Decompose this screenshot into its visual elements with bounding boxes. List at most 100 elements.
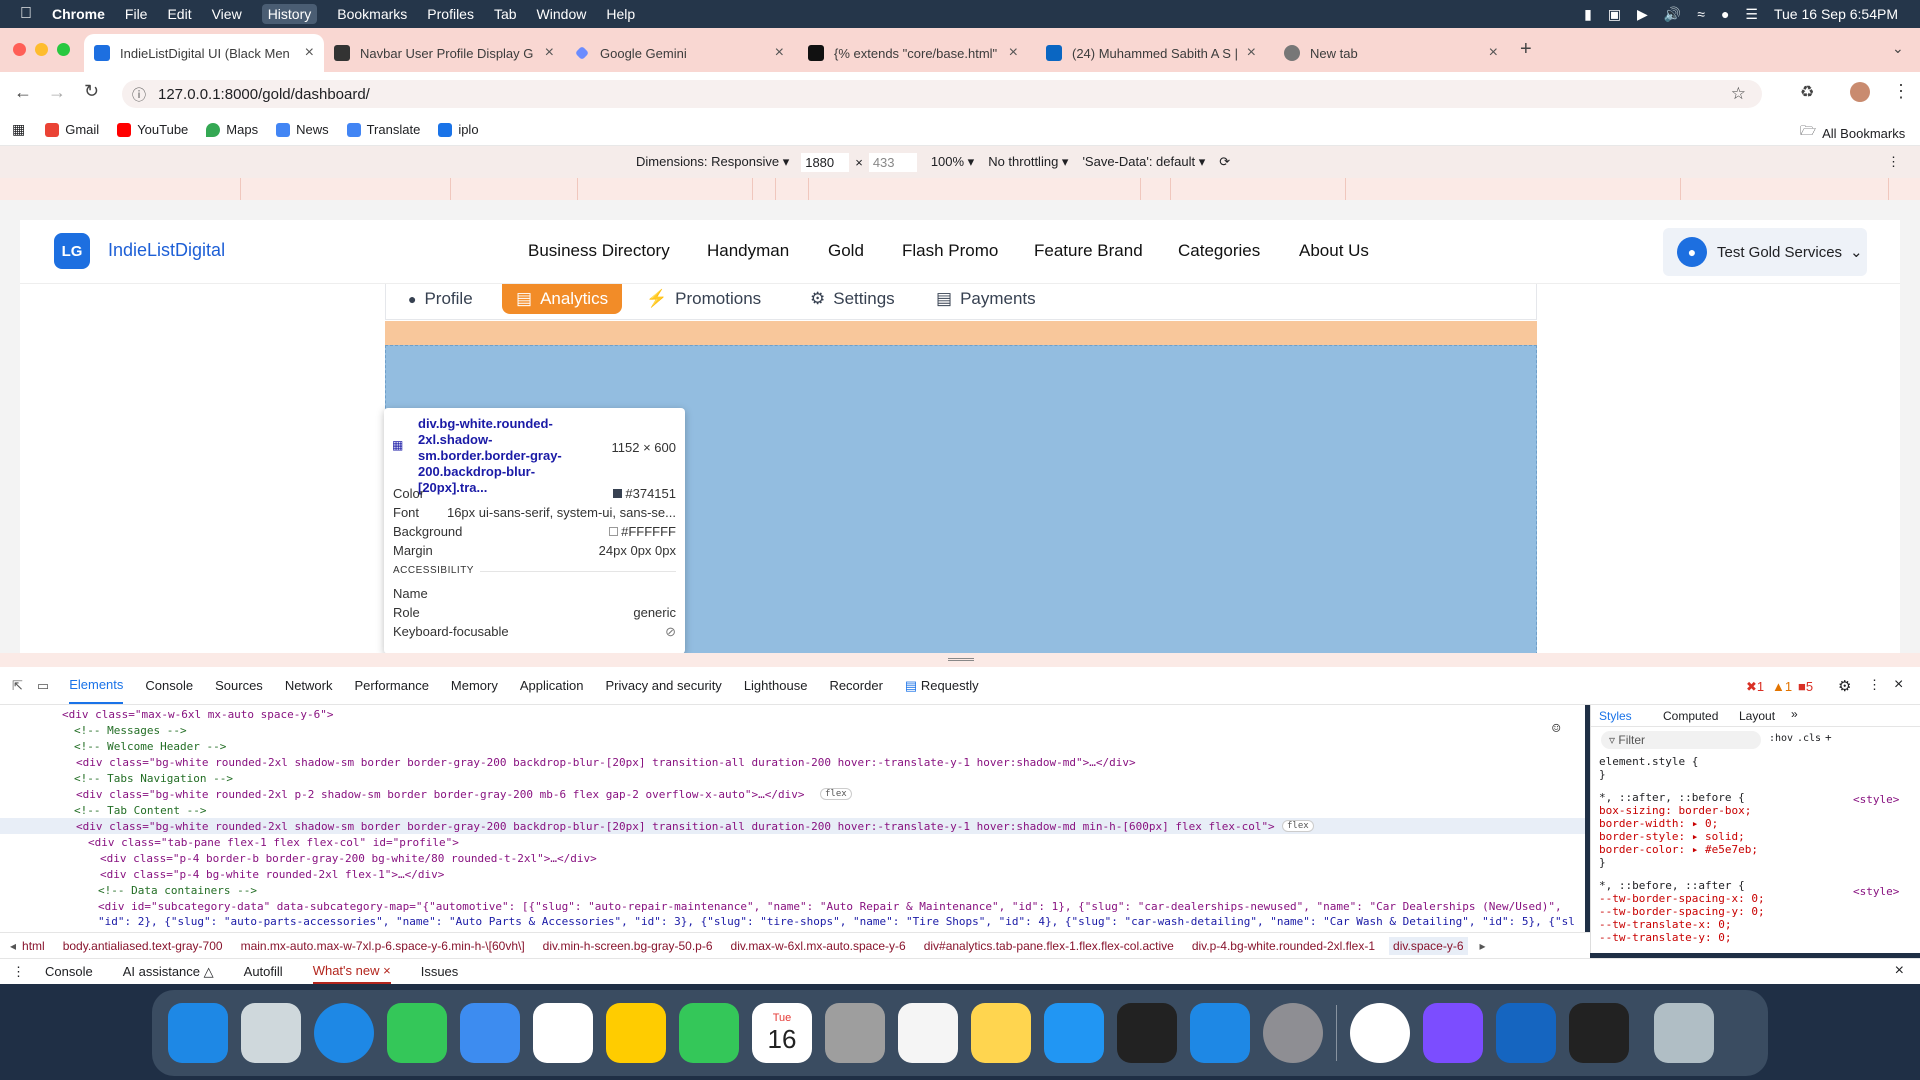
forward-icon[interactable]: → xyxy=(48,82,66,103)
zoom-select[interactable]: 100% ▾ xyxy=(931,154,974,170)
devtools-tab-requestly[interactable]: ▤ Requestly xyxy=(905,678,979,694)
photos-icon[interactable] xyxy=(606,1003,666,1063)
window-minimize-button[interactable] xyxy=(35,43,48,56)
device-options-icon[interactable]: ⋮ xyxy=(1887,154,1900,170)
device-toggle-icon[interactable]: ▭ xyxy=(37,678,49,694)
new-tab-button[interactable]: + xyxy=(1520,38,1532,61)
dom-node[interactable]: <div class="p-4 border-b border-gray-200… xyxy=(100,852,597,865)
browser-tab[interactable]: {% extends "core/base.html" × xyxy=(798,34,1028,72)
close-icon[interactable]: × xyxy=(1895,962,1904,980)
dimensions-select[interactable]: Dimensions: Responsive ▾ xyxy=(636,154,789,170)
rotate-icon[interactable]: ⟳ xyxy=(1219,154,1230,170)
facetime-icon[interactable] xyxy=(679,1003,739,1063)
tab-analytics[interactable]: ▤ Analytics xyxy=(502,284,623,314)
drawer-tab-autofill[interactable]: Autofill xyxy=(244,964,283,979)
profile-avatar[interactable] xyxy=(1850,82,1870,102)
height-input[interactable]: 433 xyxy=(868,152,917,172)
breadcrumb-item-selected[interactable]: div.space-y-6 xyxy=(1389,936,1468,955)
reload-icon[interactable]: ↻ xyxy=(84,81,99,102)
extensions-icon[interactable]: ♻ xyxy=(1800,82,1814,102)
breadcrumb-scroll-left-icon[interactable]: ◂ xyxy=(10,939,16,953)
nav-handyman[interactable]: Handyman xyxy=(707,241,789,261)
menu-profiles[interactable]: Profiles xyxy=(427,6,474,22)
dom-node[interactable]: "id": 2}, {"slug": "auto-parts-accessori… xyxy=(98,915,1578,928)
dom-tree[interactable]: <div class="max-w-6xl mx-auto space-y-6"… xyxy=(0,705,1585,932)
bookmark-star-icon[interactable]: ☆ xyxy=(1731,84,1746,104)
devtools-tab-network[interactable]: Network xyxy=(285,678,333,693)
menu-help[interactable]: Help xyxy=(606,6,635,22)
maps-icon[interactable] xyxy=(533,1003,593,1063)
devtools-tab-lighthouse[interactable]: Lighthouse xyxy=(744,678,808,693)
trash-icon[interactable] xyxy=(1654,1003,1714,1063)
browser-tab[interactable]: Google Gemini × xyxy=(564,34,794,72)
bookmark-youtube[interactable]: YouTube xyxy=(117,122,188,137)
dom-node[interactable]: <div class="bg-white rounded-2xl shadow-… xyxy=(76,756,1136,769)
kebab-menu-icon[interactable]: ⋮ xyxy=(1868,677,1881,693)
breadcrumb-item[interactable]: body.antialiased.text-gray-700 xyxy=(63,939,223,953)
media-query-ruler[interactable] xyxy=(0,178,1920,200)
back-icon[interactable]: ← xyxy=(14,82,32,103)
drawer-tab-issues[interactable]: Issues xyxy=(421,964,459,979)
apple-icon[interactable]:  xyxy=(20,5,32,23)
reminders-icon[interactable] xyxy=(898,1003,958,1063)
drawer-tab-whats-new[interactable]: What's new × xyxy=(312,959,391,984)
more-tabs-icon[interactable]: » xyxy=(1791,707,1798,721)
display-icon[interactable]: ▣ xyxy=(1608,6,1621,23)
dom-node[interactable]: <div class="tab-pane flex-1 flex flex-co… xyxy=(88,836,459,849)
tab-promotions[interactable]: ⚡ Promotions xyxy=(646,284,761,314)
window-zoom-button[interactable] xyxy=(57,43,70,56)
bookmark-maps[interactable]: Maps xyxy=(206,122,258,137)
tab-computed[interactable]: Computed xyxy=(1663,709,1718,723)
warning-count[interactable]: ▲1 xyxy=(1772,679,1792,694)
close-icon[interactable]: × xyxy=(305,44,314,62)
address-bar[interactable]: ⓘ 127.0.0.1:8000/gold/dashboard/ ☆ xyxy=(122,80,1762,108)
devtools-tab-memory[interactable]: Memory xyxy=(451,678,498,693)
disk-utility-icon[interactable] xyxy=(1496,1003,1556,1063)
close-icon[interactable]: × xyxy=(383,963,391,978)
breadcrumb-item[interactable]: div#analytics.tab-pane.flex-1.flex.flex-… xyxy=(924,939,1174,953)
battery-icon[interactable]: ▮ xyxy=(1584,6,1592,23)
nav-business-directory[interactable]: Business Directory xyxy=(528,241,670,261)
user-menu-button[interactable]: ● Test Gold Services ⌄ xyxy=(1663,228,1867,276)
all-bookmarks[interactable]: 🗁 All Bookmarks xyxy=(1800,122,1905,144)
calendar-icon[interactable]: Tue 16 xyxy=(752,1003,812,1063)
breadcrumb-item[interactable]: html xyxy=(22,939,45,953)
tab-layout[interactable]: Layout xyxy=(1739,709,1775,723)
breadcrumb-item[interactable]: div.p-4.bg-white.rounded-2xl.flex-1 xyxy=(1192,939,1375,953)
siri-icon[interactable]: ● xyxy=(1721,6,1729,22)
browser-tab[interactable]: (24) Muhammed Sabith A S | × xyxy=(1036,34,1266,72)
control-center-icon[interactable]: ☰ xyxy=(1745,6,1758,23)
play-icon[interactable]: ▶ xyxy=(1637,6,1648,23)
bookmark-translate[interactable]: Translate xyxy=(346,122,420,137)
dom-comment[interactable]: <!-- Tabs Navigation --> xyxy=(74,772,233,785)
breadcrumb-scroll-right-icon[interactable]: ▸ xyxy=(1480,939,1486,953)
accessibility-tree-icon[interactable]: ☺ xyxy=(1552,721,1560,737)
devtools-tab-elements[interactable]: Elements xyxy=(69,667,124,704)
add-rule-icon[interactable]: + xyxy=(1825,731,1832,744)
close-icon[interactable]: × xyxy=(1009,44,1018,62)
dom-comment[interactable]: <!-- Tab Content --> xyxy=(74,804,206,817)
nav-gold[interactable]: Gold xyxy=(828,241,864,261)
throttling-select[interactable]: No throttling ▾ xyxy=(988,154,1068,170)
drawer-tab-ai-assistance[interactable]: AI assistance △ xyxy=(123,964,214,980)
close-icon[interactable]: × xyxy=(775,44,784,62)
messages-icon[interactable] xyxy=(387,1003,447,1063)
hover-state-toggle[interactable]: :hov xyxy=(1769,733,1793,744)
breadcrumb-item[interactable]: div.max-w-6xl.mx-auto.space-y-6 xyxy=(731,939,906,953)
app-store-icon[interactable] xyxy=(1190,1003,1250,1063)
app-menu[interactable]: Chrome xyxy=(52,6,105,22)
browser-tab[interactable]: New tab × xyxy=(1274,34,1508,72)
breadcrumb-item[interactable]: main.mx-auto.max-w-7xl.p-6.space-y-6.min… xyxy=(241,939,525,953)
flex-badge[interactable]: flex xyxy=(1282,820,1314,832)
tab-settings[interactable]: ⚙ Settings xyxy=(810,284,895,314)
window-close-button[interactable] xyxy=(13,43,26,56)
safari-icon[interactable] xyxy=(314,1003,374,1063)
gear-icon[interactable]: ⚙ xyxy=(1838,677,1851,695)
save-data-select[interactable]: 'Save-Data': default ▾ xyxy=(1082,154,1205,170)
dom-comment[interactable]: <!-- Data containers --> xyxy=(98,884,257,897)
mail-icon[interactable] xyxy=(460,1003,520,1063)
menu-tab[interactable]: Tab xyxy=(494,6,517,22)
nav-about-us[interactable]: About Us xyxy=(1299,241,1369,261)
dom-node[interactable]: <div class="max-w-6xl mx-auto space-y-6"… xyxy=(62,708,334,721)
brand-name[interactable]: IndieListDigital xyxy=(108,240,225,261)
